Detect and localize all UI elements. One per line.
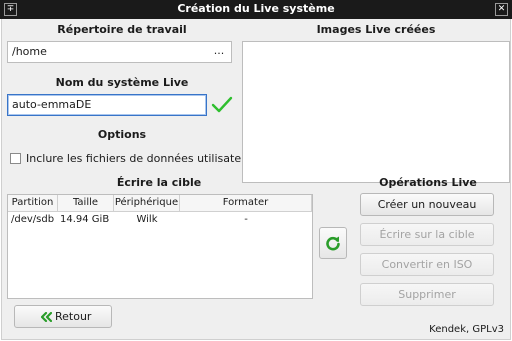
live-name-input[interactable]: auto-emmaDE — [7, 94, 207, 116]
work-dir-value: /home — [12, 45, 47, 58]
column-header-partition[interactable]: Partition — [8, 195, 58, 212]
options-heading: Options — [97, 128, 147, 141]
work-dir-field[interactable]: /home ... — [7, 41, 232, 63]
target-table[interactable]: Partition Taille Périphérique Formater /… — [7, 194, 313, 299]
close-button[interactable]: ✕ — [495, 3, 508, 16]
images-heading: Images Live créées — [316, 23, 436, 36]
cell-device: Wilk — [136, 214, 158, 225]
double-chevron-left-icon — [41, 312, 52, 322]
browse-button[interactable]: ... — [209, 43, 229, 61]
refresh-icon — [326, 236, 340, 251]
include-user-data-label: Inclure les fichiers de données utilisat… — [26, 152, 253, 165]
main-panel: Répertoire de travail /home ... Nom du s… — [1, 19, 511, 340]
convert-iso-button[interactable]: Convertir en ISO — [360, 253, 494, 276]
create-new-button[interactable]: Créer un nouveau — [360, 193, 494, 216]
include-user-data-checkbox[interactable] — [10, 153, 21, 164]
target-heading: Écrire la cible — [116, 176, 202, 189]
cell-partition: /dev/sdb — [11, 214, 55, 225]
work-dir-heading: Répertoire de travail — [57, 23, 187, 36]
app-window: ∓ Création du Live système ✕ Répertoire … — [0, 0, 512, 341]
live-name-heading: Nom du système Live — [55, 76, 189, 89]
credit-text: Kendek, GPLv3 — [429, 324, 504, 335]
cell-size: 14.94 GiB — [60, 214, 110, 225]
column-header-size[interactable]: Taille — [58, 195, 114, 212]
back-button-label: Retour — [55, 310, 92, 323]
checkmark-icon — [211, 96, 233, 113]
images-list[interactable] — [242, 41, 510, 183]
close-icon: ✕ — [497, 4, 506, 14]
operations-heading: Opérations Live — [379, 176, 477, 189]
write-target-button[interactable]: Écrire sur la cible — [360, 223, 494, 246]
back-button[interactable]: Retour — [14, 305, 112, 328]
refresh-button[interactable] — [319, 227, 347, 259]
column-header-device[interactable]: Périphérique — [114, 195, 180, 212]
title-bar: ∓ Création du Live système ✕ — [0, 0, 512, 19]
window-title: Création du Live système — [177, 2, 335, 15]
delete-button[interactable]: Supprimer — [360, 283, 494, 306]
cell-format: - — [244, 214, 248, 225]
live-name-value: auto-emmaDE — [12, 98, 92, 111]
column-header-format[interactable]: Formater — [180, 195, 312, 212]
